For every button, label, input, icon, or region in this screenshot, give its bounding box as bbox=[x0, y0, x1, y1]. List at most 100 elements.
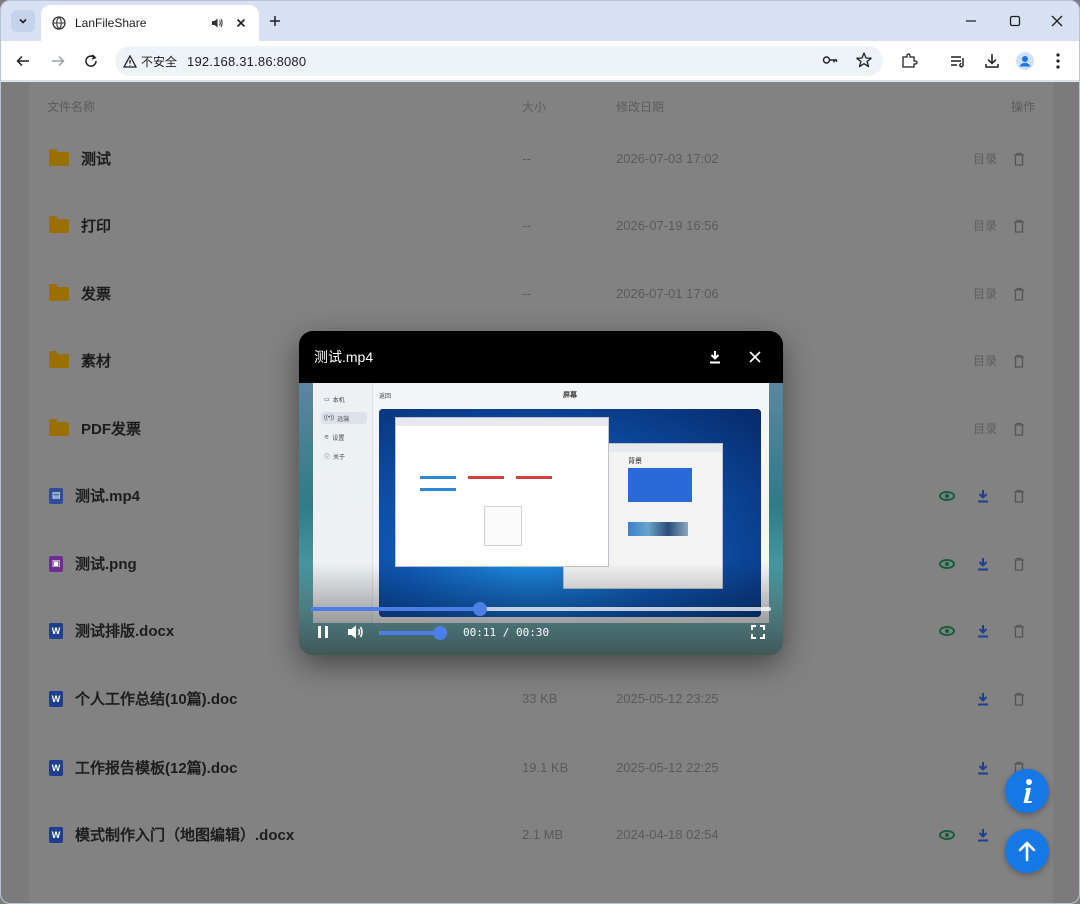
video-sidebar-item: ⚟ 设置 bbox=[324, 434, 345, 442]
file-name-cell[interactable]: W 测试排版.docx bbox=[49, 597, 174, 664]
modal-header: 测试.mp4 bbox=[299, 331, 783, 383]
chevron-down-icon bbox=[19, 18, 27, 24]
forward-button[interactable] bbox=[46, 49, 70, 73]
file-name-cell[interactable]: W bbox=[49, 880, 63, 903]
mute-button[interactable] bbox=[347, 623, 365, 641]
seek-bar[interactable] bbox=[311, 602, 771, 616]
delete-icon[interactable] bbox=[1013, 665, 1025, 732]
file-name: 打印 bbox=[81, 218, 112, 235]
delete-icon[interactable] bbox=[1013, 462, 1025, 529]
file-size: -- bbox=[522, 286, 531, 301]
file-date: 2026-07-19 16:56 bbox=[616, 218, 719, 233]
back-button[interactable] bbox=[11, 49, 35, 73]
file-row[interactable]: W 工作报告模板(12篇).doc 19.1 KB 2025-05-12 22:2… bbox=[29, 734, 1053, 801]
maximize-button[interactable] bbox=[1002, 9, 1028, 33]
file-name: 个人工作总结(10篇).doc bbox=[75, 691, 238, 708]
password-key-icon[interactable] bbox=[821, 51, 839, 74]
file-row[interactable]: 发票 -- 2026-07-01 17:06 目录 bbox=[29, 260, 1053, 327]
video-context-menu bbox=[484, 506, 522, 546]
modal-title: 测试.mp4 bbox=[314, 349, 374, 365]
volume-icon bbox=[348, 625, 363, 639]
browser-menu-icon[interactable] bbox=[1046, 49, 1070, 73]
download-icon[interactable] bbox=[976, 734, 990, 801]
file-name-cell[interactable]: 打印 bbox=[49, 192, 111, 259]
delete-icon[interactable] bbox=[1013, 192, 1025, 259]
minimize-button[interactable] bbox=[958, 9, 984, 33]
delete-icon[interactable] bbox=[1013, 125, 1025, 192]
video-sidebar-item: ((•)) 远端 bbox=[321, 412, 367, 424]
info-button[interactable] bbox=[1005, 769, 1049, 813]
seek-bar-handle[interactable] bbox=[472, 602, 487, 616]
open-dir-link[interactable]: 目录 bbox=[973, 192, 997, 259]
url-text[interactable]: 192.168.31.86:8080 bbox=[187, 54, 306, 69]
video-frame[interactable]: ▭ 本机 ((•)) 远端 ⚟ 设置 ⓘ 关于 返回 屏幕 背景 00:11 /… bbox=[299, 383, 783, 655]
pause-button[interactable] bbox=[317, 623, 329, 641]
file-name-cell[interactable]: ▣ 测试.png bbox=[49, 530, 137, 597]
warning-icon bbox=[123, 54, 137, 68]
file-row[interactable]: 测试 -- 2026-07-03 17:02 目录 bbox=[29, 125, 1053, 192]
file-row[interactable]: W 个人工作总结(10篇).doc 33 KB 2025-05-12 23:25 bbox=[29, 665, 1053, 732]
file-name-cell[interactable]: W 工作报告模板(12篇).doc bbox=[49, 734, 238, 801]
close-window-button[interactable] bbox=[1044, 9, 1070, 33]
file-name-cell[interactable]: ▤ 测试.mp4 bbox=[49, 462, 140, 529]
file-name: 素材 bbox=[81, 353, 112, 370]
open-dir-link[interactable]: 目录 bbox=[973, 395, 997, 462]
file-name-cell[interactable]: 素材 bbox=[49, 327, 111, 394]
open-dir-link[interactable]: 目录 bbox=[973, 125, 997, 192]
close-tab-icon[interactable] bbox=[233, 15, 249, 31]
file-size: 33 KB bbox=[522, 691, 558, 706]
file-row[interactable]: W 模式制作入门（地图编辑）.docx 2.1 MB 2024-04-18 02:… bbox=[29, 801, 1053, 868]
download-icon[interactable] bbox=[976, 801, 990, 868]
bookmark-star-icon[interactable] bbox=[855, 51, 873, 74]
preview-eye-icon[interactable] bbox=[939, 597, 955, 664]
file-name-cell[interactable]: PDF发票 bbox=[49, 395, 141, 462]
reload-button[interactable] bbox=[79, 49, 103, 73]
file-name-cell[interactable]: 测试 bbox=[49, 125, 111, 192]
speaker-icon[interactable] bbox=[209, 15, 225, 31]
col-size-header: 大小 bbox=[522, 100, 547, 114]
file-date: 2025-05-12 22:25 bbox=[616, 760, 719, 775]
delete-icon[interactable] bbox=[1013, 395, 1025, 462]
browser-toolbar: 不安全 192.168.31.86:8080 bbox=[1, 41, 1079, 110]
file-name-cell[interactable]: 发票 bbox=[49, 260, 111, 327]
open-dir-link[interactable]: 目录 bbox=[973, 327, 997, 394]
download-icon[interactable] bbox=[976, 530, 990, 597]
scroll-top-button[interactable] bbox=[1005, 829, 1049, 873]
modal-download-button[interactable] bbox=[705, 347, 725, 367]
downloads-icon[interactable] bbox=[980, 49, 1004, 73]
fullscreen-button[interactable] bbox=[751, 623, 765, 641]
delete-icon[interactable] bbox=[1013, 530, 1025, 597]
security-chip[interactable]: 不安全 bbox=[123, 53, 187, 70]
address-bar[interactable]: 不安全 192.168.31.86:8080 bbox=[115, 46, 883, 76]
close-icon bbox=[749, 351, 761, 363]
delete-icon[interactable] bbox=[1013, 597, 1025, 664]
browser-tab[interactable]: LanFileShare bbox=[41, 5, 259, 41]
delete-icon[interactable] bbox=[1013, 327, 1025, 394]
maximize-icon bbox=[1009, 15, 1021, 27]
profile-avatar-icon[interactable] bbox=[1013, 49, 1037, 73]
word-file-icon: W bbox=[49, 759, 63, 776]
globe-icon bbox=[51, 15, 67, 31]
media-queue-icon[interactable] bbox=[946, 49, 970, 73]
open-dir-link[interactable]: 目录 bbox=[973, 260, 997, 327]
col-actions-header: 操作 bbox=[1011, 100, 1036, 114]
delete-icon[interactable] bbox=[1013, 260, 1025, 327]
new-tab-button[interactable] bbox=[265, 11, 285, 31]
extensions-icon[interactable] bbox=[897, 49, 921, 73]
file-row-partial[interactable]: W bbox=[29, 872, 1053, 903]
tab-search-button[interactable] bbox=[11, 10, 35, 32]
preview-eye-icon[interactable] bbox=[939, 801, 955, 868]
download-icon[interactable] bbox=[976, 597, 990, 664]
file-size: 19.1 KB bbox=[522, 760, 569, 775]
volume-slider[interactable] bbox=[379, 626, 448, 640]
file-name-cell[interactable]: W 个人工作总结(10篇).doc bbox=[49, 665, 238, 732]
word-file-icon: W bbox=[49, 622, 63, 639]
modal-close-button[interactable] bbox=[745, 347, 765, 367]
file-name-cell[interactable]: W 模式制作入门（地图编辑）.docx bbox=[49, 801, 294, 868]
download-icon[interactable] bbox=[976, 665, 990, 732]
file-row[interactable]: 打印 -- 2026-07-19 16:56 目录 bbox=[29, 192, 1053, 259]
preview-eye-icon[interactable] bbox=[939, 530, 955, 597]
preview-eye-icon[interactable] bbox=[939, 462, 955, 529]
file-name: PDF发票 bbox=[81, 421, 142, 438]
download-icon[interactable] bbox=[976, 462, 990, 529]
